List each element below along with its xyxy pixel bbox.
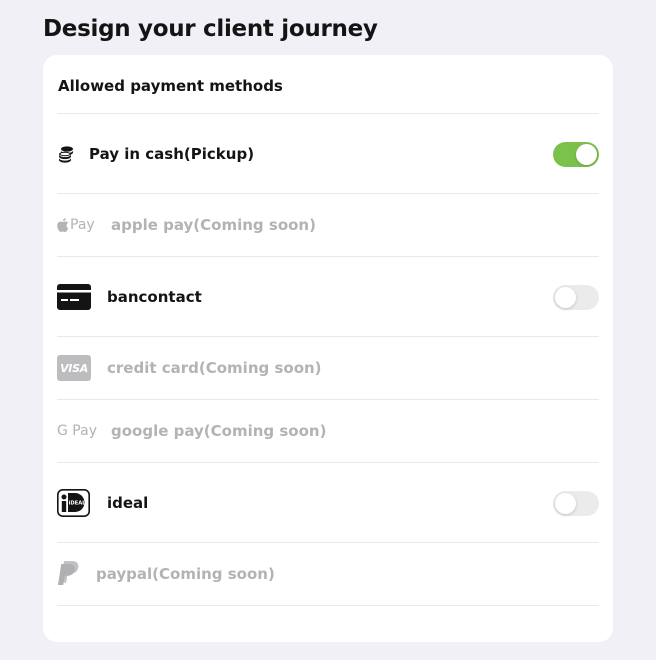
divider	[57, 113, 599, 114]
divider	[57, 193, 599, 194]
visa-icon: VISA	[57, 355, 107, 381]
page: Design your client journey Allowed payme…	[0, 0, 656, 660]
ideal-icon-text: iDEAL	[69, 501, 87, 507]
coins-icon	[57, 145, 89, 163]
bancontact-toggle[interactable]	[553, 285, 599, 310]
payment-method-label: paypal(Coming soon)	[96, 565, 275, 583]
divider	[57, 336, 599, 337]
divider	[57, 605, 599, 606]
payment-method-label: credit card(Coming soon)	[107, 359, 322, 377]
payment-method-label: ideal	[107, 494, 149, 512]
google-pay-icon-text: G Pay	[57, 423, 97, 439]
ideal-icon: iDEAL	[57, 489, 107, 517]
divider	[57, 462, 599, 463]
payment-method-row-ideal: iDEAL ideal	[57, 483, 599, 523]
payment-method-row-cash: Pay in cash(Pickup)	[57, 134, 599, 174]
payment-method-row-credit-card: VISA credit card(Coming soon)	[57, 348, 599, 388]
payment-method-label: apple pay(Coming soon)	[111, 216, 316, 234]
payment-method-row-paypal: paypal(Coming soon)	[57, 554, 599, 594]
paypal-icon	[57, 560, 96, 588]
apple-pay-icon: Pay	[57, 217, 111, 233]
payment-method-row-apple-pay: Pay apple pay(Coming soon)	[57, 205, 599, 245]
payment-methods-card: Allowed payment methods Pay in cash(Pick…	[43, 55, 613, 642]
divider	[57, 399, 599, 400]
payment-method-label: google pay(Coming soon)	[111, 422, 327, 440]
bancontact-card-icon	[57, 284, 107, 310]
toggle-knob	[555, 493, 576, 514]
payment-method-row-google-pay: G Pay google pay(Coming soon)	[57, 411, 599, 451]
payment-method-label: Pay in cash(Pickup)	[89, 145, 255, 163]
apple-pay-icon-text: Pay	[70, 217, 95, 233]
toggle-knob	[576, 144, 597, 165]
divider	[57, 542, 599, 543]
cash-toggle[interactable]	[553, 142, 599, 167]
toggle-knob	[555, 287, 576, 308]
payment-method-label: bancontact	[107, 288, 202, 306]
section-title: Allowed payment methods	[58, 77, 283, 95]
google-pay-icon: G Pay	[57, 423, 111, 439]
visa-badge: VISA	[57, 355, 91, 381]
payment-method-row-bancontact: bancontact	[57, 277, 599, 317]
divider	[57, 256, 599, 257]
ideal-toggle[interactable]	[553, 491, 599, 516]
page-title: Design your client journey	[43, 16, 378, 42]
